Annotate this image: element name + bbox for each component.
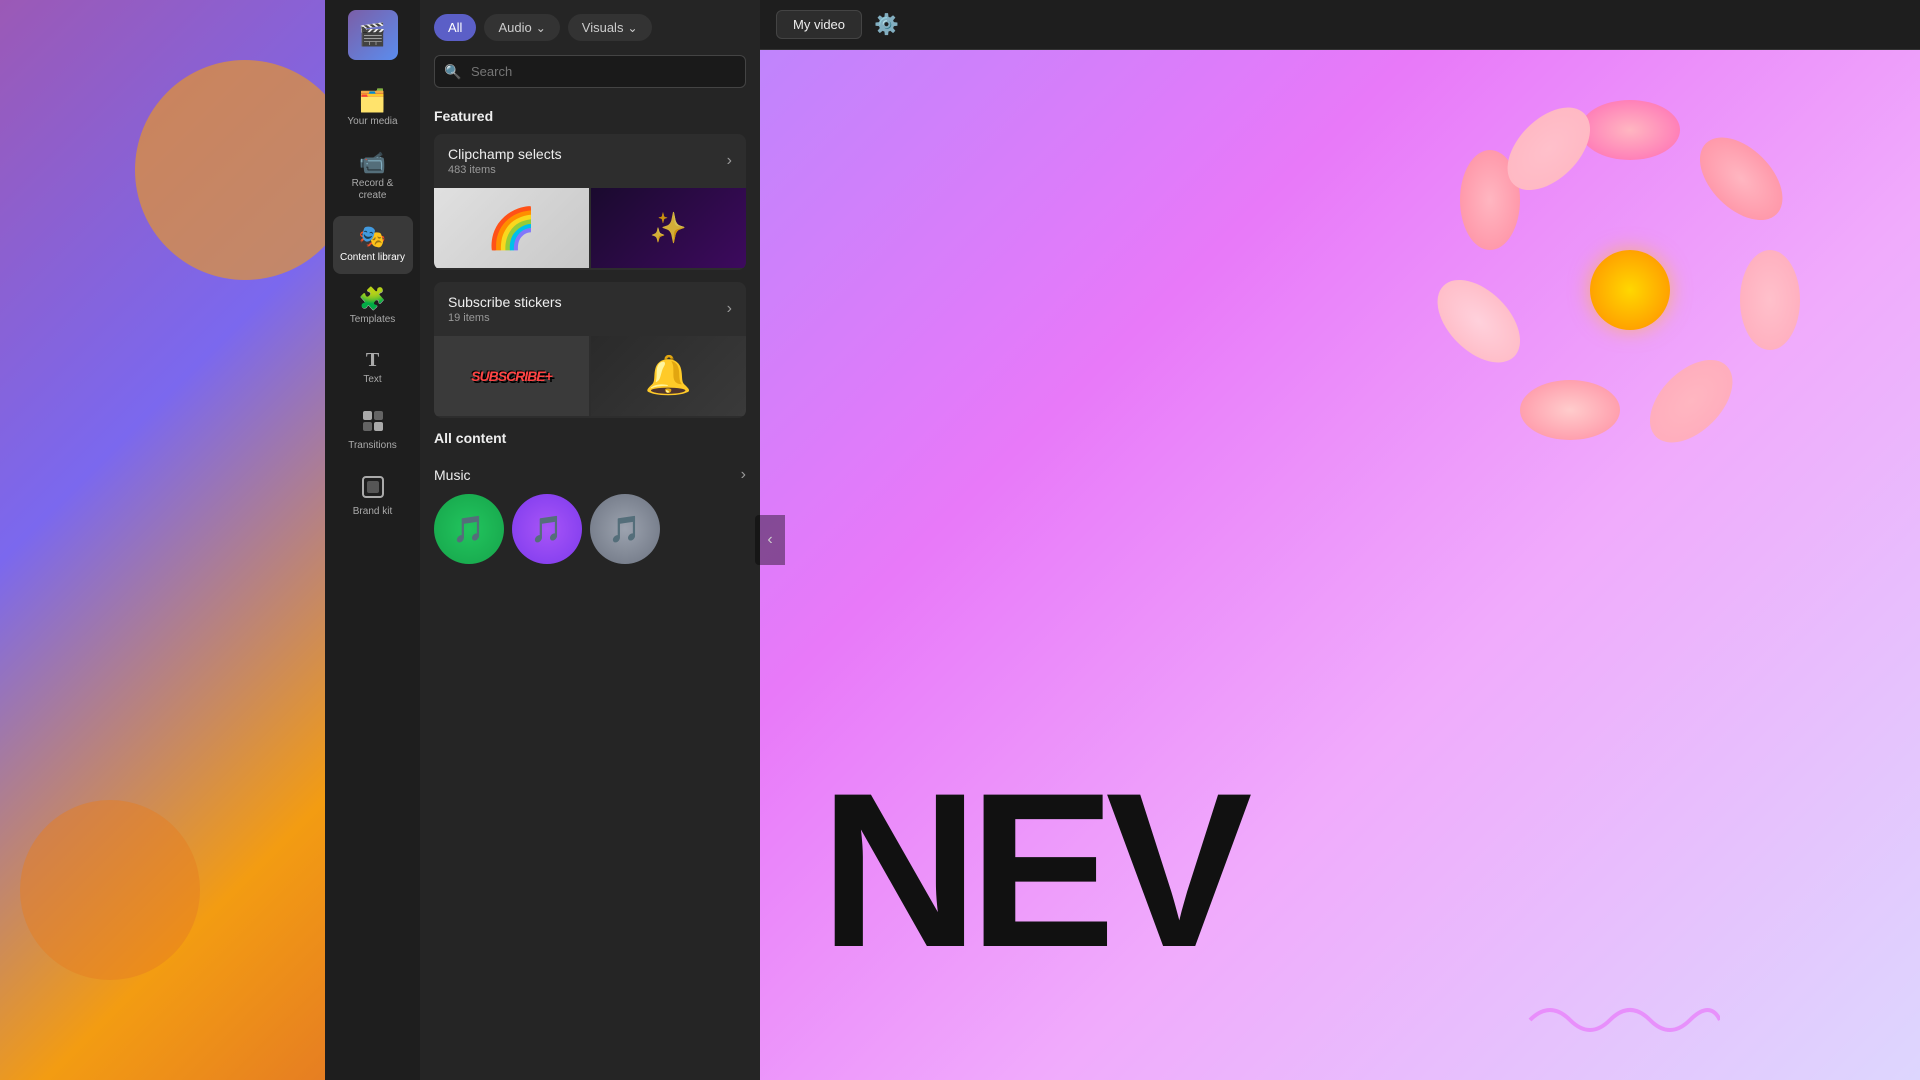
new-text: NEV (820, 760, 1242, 980)
preview-area: My video ⚙️ NEV (760, 0, 1920, 1080)
filter-visuals-button[interactable]: Visuals (568, 14, 652, 41)
brand-kit-label: Brand kit (353, 506, 392, 518)
clipchamp-selects-chevron: › (727, 152, 732, 170)
search-wrapper: 🔍 (434, 55, 746, 88)
sidebar-item-brand-kit[interactable]: Brand kit (333, 466, 413, 528)
music-thumbnails: 🎵 🎵 🎵 (434, 494, 746, 574)
clipchamp-selects-card[interactable]: Clipchamp selects 483 items › (434, 134, 746, 270)
music-section: Music › 🎵 🎵 🎵 (434, 456, 746, 574)
scroll-left-indicator[interactable]: ‹ (755, 515, 785, 565)
music-note-3: 🎵 (609, 514, 641, 545)
templates-label: Templates (350, 314, 396, 326)
preview-header: My video ⚙️ (760, 0, 1920, 50)
transitions-icon (362, 410, 384, 436)
clipchamp-selects-thumbnails (434, 188, 746, 270)
text-label: Text (363, 374, 381, 386)
music-chevron: › (741, 466, 746, 484)
templates-icon: 🧩 (359, 288, 386, 310)
panel-scroll[interactable]: Featured Clipchamp selects 483 items › S… (420, 98, 760, 1080)
thumbnail-bell: 🔔 (591, 336, 746, 416)
video-title-button[interactable]: My video (776, 10, 862, 39)
clipchamp-selects-count: 483 items (448, 164, 562, 176)
music-title: Music (434, 467, 471, 483)
search-container: 🔍 (420, 51, 760, 98)
filter-all-button[interactable]: All (434, 14, 476, 41)
petal-6 (1422, 265, 1535, 378)
brand-kit-icon (362, 476, 384, 502)
all-content-heading: All content (434, 430, 746, 446)
petal-5 (1520, 380, 1620, 440)
canvas-background: NEV (760, 50, 1920, 1080)
record-create-label: Record &create (352, 178, 394, 202)
featured-heading: Featured (434, 108, 746, 124)
thumbnail-sparkle (591, 188, 746, 268)
petal-3 (1740, 250, 1800, 350)
record-create-icon: 📹 (359, 152, 386, 174)
content-library-label: Content library (340, 252, 405, 264)
sidebar-item-content-library[interactable]: 🎭 Content library (333, 216, 413, 274)
preview-canvas: NEV (760, 50, 1920, 1080)
sidebar-item-transitions[interactable]: Transitions (333, 400, 413, 462)
subscribe-text: SUBSCRIBE+ (471, 368, 552, 384)
petal-2 (1685, 122, 1798, 235)
content-library-icon: 🎭 (359, 226, 386, 248)
settings-icon[interactable]: ⚙️ (874, 12, 899, 37)
clipchamp-selects-title: Clipchamp selects (448, 146, 562, 162)
music-thumb-3[interactable]: 🎵 (590, 494, 660, 564)
background-left (0, 0, 325, 1080)
sidebar-item-templates[interactable]: 🧩 Templates (333, 278, 413, 336)
petal-1 (1580, 100, 1680, 160)
music-note-1: 🎵 (453, 514, 485, 545)
icon-sidebar: 🎬 🗂️ Your media 📹 Record &create 🎭 Conte… (325, 0, 420, 1080)
your-media-label: Your media (347, 116, 397, 128)
music-thumb-2[interactable]: 🎵 (512, 494, 582, 564)
flower-decoration (1440, 100, 1820, 480)
subscribe-stickers-thumbnails: SUBSCRIBE+ 🔔 (434, 336, 746, 418)
petal-4 (1635, 345, 1748, 458)
subscribe-stickers-card[interactable]: Subscribe stickers 19 items › SUBSCRIBE+… (434, 282, 746, 418)
sidebar-item-your-media[interactable]: 🗂️ Your media (333, 80, 413, 138)
filter-bar: All Audio Visuals (420, 0, 760, 51)
thumbnail-rainbow (434, 188, 589, 268)
subscribe-stickers-title: Subscribe stickers (448, 294, 562, 310)
subscribe-stickers-header: Subscribe stickers 19 items › (434, 282, 746, 336)
subscribe-stickers-chevron: › (727, 300, 732, 318)
filter-audio-button[interactable]: Audio (484, 14, 559, 41)
clipchamp-selects-header: Clipchamp selects 483 items › (434, 134, 746, 188)
text-icon: T (366, 350, 379, 370)
content-panel: All Audio Visuals 🔍 Featured Clipchamp s… (420, 0, 760, 1080)
music-note-2: 🎵 (531, 514, 563, 545)
transitions-label: Transitions (348, 440, 397, 452)
clipchamp-selects-info: Clipchamp selects 483 items (448, 146, 562, 176)
subscribe-stickers-count: 19 items (448, 312, 562, 324)
music-thumb-1[interactable]: 🎵 (434, 494, 504, 564)
bell-emoji: 🔔 (645, 354, 692, 398)
logo-icon: 🎬 (359, 22, 386, 48)
wavy-decoration (1520, 990, 1720, 1050)
music-category-header[interactable]: Music › (434, 456, 746, 494)
subscribe-stickers-info: Subscribe stickers 19 items (448, 294, 562, 324)
your-media-icon: 🗂️ (359, 90, 386, 112)
thumbnail-subscribe: SUBSCRIBE+ (434, 336, 589, 416)
sidebar-item-record-create[interactable]: 📹 Record &create (333, 142, 413, 212)
flower-center (1590, 250, 1670, 330)
search-input[interactable] (434, 55, 746, 88)
app-logo: 🎬 (348, 10, 398, 60)
sidebar-item-text[interactable]: T Text (333, 340, 413, 396)
